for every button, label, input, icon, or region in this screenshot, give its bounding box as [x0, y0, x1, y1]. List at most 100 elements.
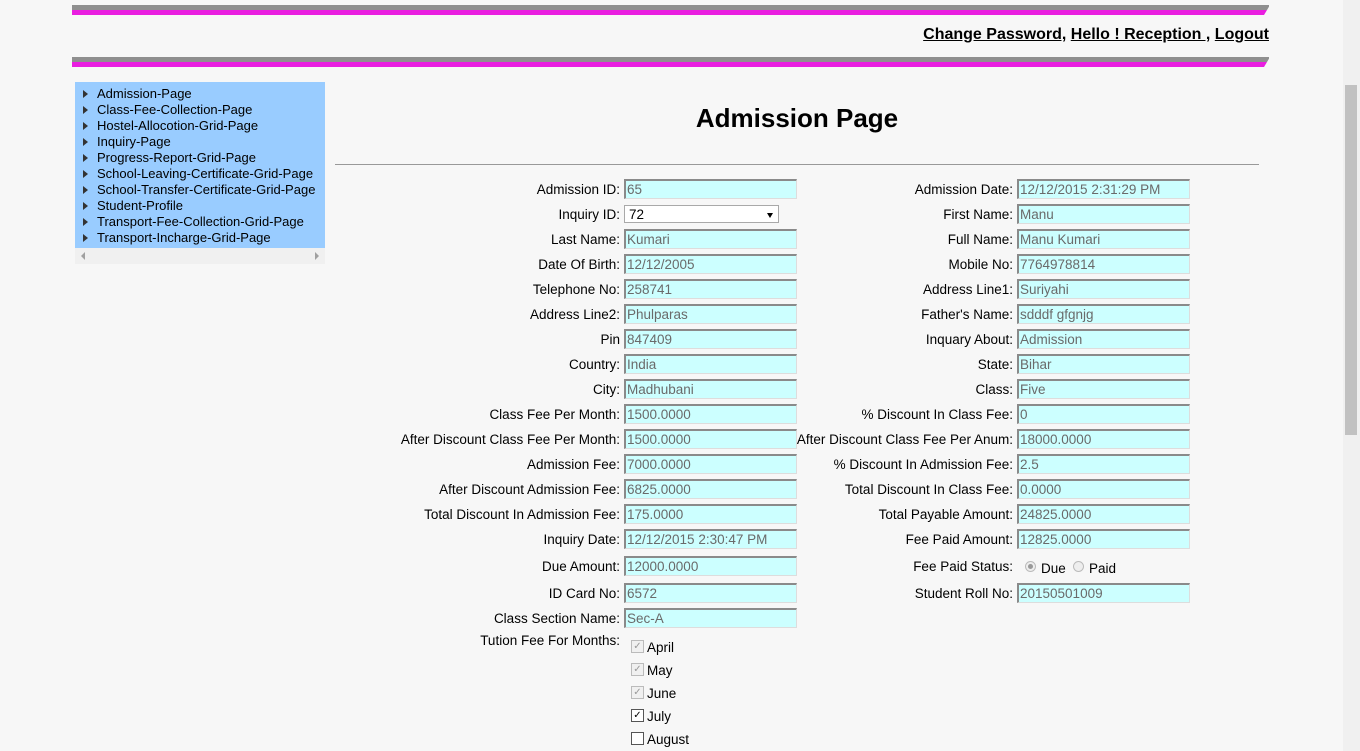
scroll-left-icon[interactable] — [81, 252, 85, 260]
fee-status-paid-radio[interactable] — [1073, 561, 1084, 572]
expand-triangle-icon — [83, 234, 88, 242]
inquiry-date-label: Inquiry Date: — [543, 532, 620, 547]
sidebar-item-progress[interactable]: Progress-Report-Grid-Page — [75, 150, 325, 166]
month-checkbox-august[interactable] — [631, 732, 644, 745]
country-label: Country: — [568, 357, 620, 372]
sidebar-item-transfer-cert[interactable]: School-Transfer-Certificate-Grid-Page — [75, 182, 325, 198]
logout-link[interactable]: Logout — [1215, 26, 1269, 43]
sidebar-item-leaving-cert[interactable]: School-Leaving-Certificate-Grid-Page — [75, 166, 325, 182]
total-discount-admission-label: Total Discount In Admission Fee: — [424, 507, 620, 522]
month-checkbox-may[interactable]: ✓ — [631, 663, 644, 676]
class-fee-field[interactable]: 1500.0000 — [624, 404, 797, 424]
scrollbar-thumb[interactable] — [1345, 85, 1357, 435]
greeting-link[interactable]: Hello ! Reception , — [1071, 26, 1211, 43]
due-amount-field[interactable]: 12000.0000 — [624, 556, 797, 576]
after-discount-anum-label: After Discount Class Fee Per Anum: — [796, 432, 1013, 447]
month-checkbox-july[interactable]: ✓ — [631, 709, 644, 722]
chevron-down-icon — [767, 213, 773, 218]
class-fee-label: Class Fee Per Month: — [489, 407, 620, 422]
fee-paid-field[interactable]: 12825.0000 — [1017, 529, 1190, 549]
sidebar-menu: Admission-Page Class-Fee-Collection-Page… — [75, 82, 325, 248]
sidebar-item-admission[interactable]: Admission-Page — [75, 86, 325, 102]
admission-date-field[interactable]: 12/12/2015 2:31:29 PM — [1017, 179, 1190, 199]
month-label-april: April — [647, 640, 675, 655]
roll-no-field[interactable]: 20150501009 — [1017, 583, 1190, 603]
inquiry-id-select[interactable]: 72 — [624, 205, 779, 223]
mobile-label: Mobile No: — [948, 257, 1013, 272]
sidebar-item-student-profile[interactable]: Student-Profile — [75, 198, 325, 214]
after-discount-admission-field[interactable]: 6825.0000 — [624, 479, 797, 499]
expand-triangle-icon — [83, 90, 88, 98]
last-name-label: Last Name: — [550, 232, 620, 247]
sidebar-item-inquiry[interactable]: Inquiry-Page — [75, 134, 325, 150]
father-name-label: Father's Name: — [921, 307, 1013, 322]
page-vertical-scrollbar[interactable] — [1343, 0, 1360, 751]
month-label-may: May — [647, 663, 673, 678]
tution-fee-label: Tution Fee For Months: — [480, 633, 620, 648]
discount-class-fee-field[interactable]: 0 — [1017, 404, 1190, 424]
sidebar-item-hostel[interactable]: Hostel-Allocotion-Grid-Page — [75, 118, 325, 134]
telephone-label: Telephone No: — [532, 282, 620, 297]
address2-label: Address Line2: — [529, 307, 620, 322]
title-divider — [335, 164, 1259, 165]
mobile-field[interactable]: 7764978814 — [1017, 254, 1190, 274]
inquiry-about-field[interactable]: Admission — [1017, 329, 1190, 349]
expand-triangle-icon — [83, 170, 88, 178]
after-discount-month-field[interactable]: 1500.0000 — [624, 429, 797, 449]
admission-fee-label: Admission Fee: — [526, 457, 620, 472]
id-card-field[interactable]: 6572 — [624, 583, 797, 603]
sidebar-item-transport-incharge[interactable]: Transport-Incharge-Grid-Page — [75, 230, 325, 246]
month-checkbox-april[interactable]: ✓ — [631, 640, 644, 653]
after-discount-anum-field[interactable]: 18000.0000 — [1017, 429, 1190, 449]
discount-class-fee-label: % Discount In Class Fee: — [861, 407, 1013, 422]
total-discount-class-label: Total Discount In Class Fee: — [844, 482, 1013, 497]
total-payable-label: Total Payable Amount: — [878, 507, 1013, 522]
father-name-field[interactable]: sdddf gfgnjg — [1017, 304, 1190, 324]
admission-id-label: Admission ID: — [536, 182, 620, 197]
scroll-right-icon[interactable] — [315, 252, 319, 260]
total-discount-admission-field[interactable]: 175.0000 — [624, 504, 797, 524]
inquiry-date-field[interactable]: 12/12/2015 2:30:47 PM — [624, 529, 797, 549]
change-password-link[interactable]: Change Password, — [923, 26, 1066, 43]
total-payable-field[interactable]: 24825.0000 — [1017, 504, 1190, 524]
fee-status-due-radio[interactable] — [1025, 561, 1036, 572]
pin-field[interactable]: 847409 — [624, 329, 797, 349]
page-title: Admission Page — [695, 103, 899, 133]
sidebar-item-transport-fee[interactable]: Transport-Fee-Collection-Grid-Page — [75, 214, 325, 230]
telephone-field[interactable]: 258741 — [624, 279, 797, 299]
pin-label: Pin — [600, 332, 620, 347]
last-name-field[interactable]: Kumari — [624, 229, 797, 249]
city-field[interactable]: Madhubani — [624, 379, 797, 399]
after-discount-month-label: After Discount Class Fee Per Month: — [400, 432, 620, 447]
first-name-label: First Name: — [943, 207, 1013, 222]
discount-admission-label: % Discount In Admission Fee: — [833, 457, 1013, 472]
admission-fee-field[interactable]: 7000.0000 — [624, 454, 797, 474]
admission-date-label: Admission Date: — [914, 182, 1013, 197]
class-label: Class: — [975, 382, 1013, 397]
dob-label: Date Of Birth: — [538, 257, 620, 272]
month-checkbox-june[interactable]: ✓ — [631, 686, 644, 699]
expand-triangle-icon — [83, 186, 88, 194]
full-name-label: Full Name: — [947, 232, 1013, 247]
class-field[interactable]: Five — [1017, 379, 1190, 399]
address2-field[interactable]: Phulparas — [624, 304, 797, 324]
after-discount-admission-label: After Discount Admission Fee: — [439, 482, 620, 497]
expand-triangle-icon — [83, 106, 88, 114]
country-field[interactable]: India — [624, 354, 797, 374]
expand-triangle-icon — [83, 154, 88, 162]
section-field[interactable]: Sec-A — [624, 608, 797, 628]
address1-field[interactable]: Suriyahi — [1017, 279, 1190, 299]
section-label: Class Section Name: — [493, 611, 620, 626]
month-label-august: August — [647, 732, 690, 747]
sidebar-item-class-fee[interactable]: Class-Fee-Collection-Page — [75, 102, 325, 118]
expand-triangle-icon — [83, 138, 88, 146]
admission-id-field[interactable]: 65 — [624, 179, 797, 199]
state-field[interactable]: Bihar — [1017, 354, 1190, 374]
fee-paid-label: Fee Paid Amount: — [905, 532, 1013, 547]
full-name-field[interactable]: Manu Kumari — [1017, 229, 1190, 249]
first-name-field[interactable]: Manu — [1017, 204, 1190, 224]
total-discount-class-field[interactable]: 0.0000 — [1017, 479, 1190, 499]
discount-admission-field[interactable]: 2.5 — [1017, 454, 1190, 474]
sidebar-horizontal-scrollbar[interactable] — [75, 248, 325, 264]
dob-field[interactable]: 12/12/2005 — [624, 254, 797, 274]
